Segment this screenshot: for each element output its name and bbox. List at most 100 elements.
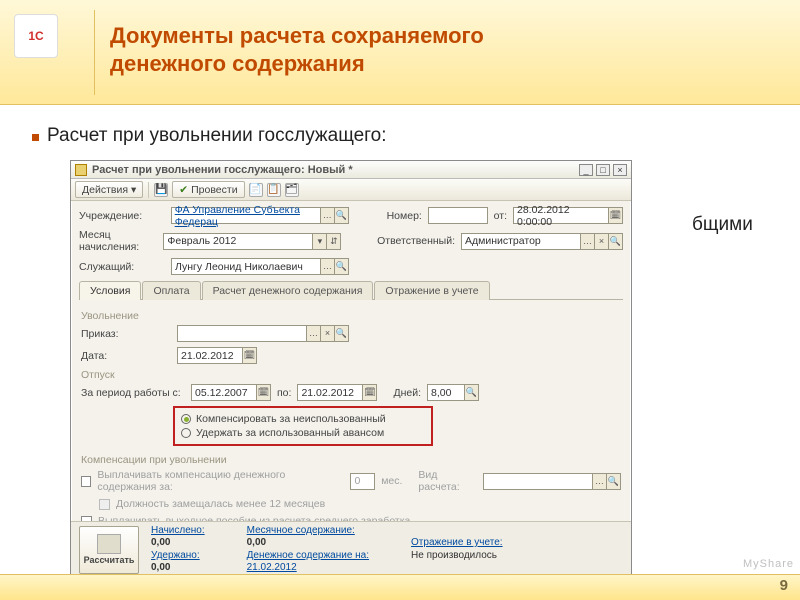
resp-clear-button[interactable]: ×: [595, 233, 609, 250]
order-choose-button[interactable]: …: [307, 325, 321, 342]
withheld-link[interactable]: Удержано:: [151, 550, 205, 563]
kind-choose-button[interactable]: …: [593, 473, 607, 490]
dismiss-date-calendar-icon[interactable]: 🗓: [243, 347, 257, 364]
vacation-radio-group: Компенсировать за неиспользованный Удерж…: [173, 406, 433, 446]
window-footer: Рассчитать Начислено: 0,00 Удержано: 0,0…: [71, 521, 631, 577]
employee-field[interactable]: Лунгу Леонид Николаевич … 🔍: [171, 258, 349, 275]
period-from-field[interactable]: 05.12.2007 🗓: [191, 384, 271, 401]
days-lookup-icon[interactable]: 🔍: [465, 384, 479, 401]
window-controls: _ □ ×: [579, 164, 627, 176]
chevron-down-icon: ▾: [131, 184, 136, 196]
order-field[interactable]: … × 🔍: [177, 325, 349, 342]
accrued-value: 0,00: [151, 537, 205, 550]
monthly-link[interactable]: Месячное содержание:: [247, 525, 369, 538]
month-field[interactable]: Февраль 2012 ▾ ⇵: [163, 233, 341, 250]
window-title: Расчет при увольнении госслужащего: Новы…: [92, 164, 353, 176]
tab-conditions[interactable]: Условия: [79, 281, 141, 300]
slide-title-line2: денежного содержания: [110, 51, 365, 76]
comp-months-suffix: мес.: [381, 475, 402, 487]
accounting-link[interactable]: Отражение в учете:: [411, 537, 503, 550]
slide-footer-band: [0, 574, 800, 600]
page-number: 9: [780, 577, 788, 594]
employee-label: Служащий:: [79, 261, 165, 273]
number-input[interactable]: [428, 207, 488, 224]
doc-date-value: 28.02.2012 0:00:00: [513, 207, 609, 224]
footer-col-accounting: Отражение в учете: Не производилось: [411, 537, 503, 562]
resp-value: Администратор: [461, 233, 581, 250]
toolbar-icon-3[interactable]: 🗂: [285, 183, 299, 197]
period-to-field[interactable]: 21.02.2012 🗓: [297, 384, 377, 401]
radio-withhold[interactable]: Удержать за использованный авансом: [181, 426, 425, 440]
slide-header: 1С Документы расчета сохраняемого денежн…: [0, 0, 800, 105]
calculate-button[interactable]: Рассчитать: [79, 526, 139, 574]
content-on-link[interactable]: Денежное содержание на:: [247, 550, 369, 563]
chk-pay-compensation[interactable]: [81, 476, 91, 487]
dismiss-date-label: Дата:: [81, 350, 171, 362]
comp-months-input[interactable]: 0: [350, 473, 375, 490]
group-dismissal: Увольнение: [81, 310, 621, 322]
bullet-text: Расчет при увольнении госслужащего:: [47, 125, 387, 147]
dismiss-date-field[interactable]: 21.02.2012 🗓: [177, 347, 257, 364]
days-value: 8,00: [427, 384, 465, 401]
window-icon: [75, 164, 87, 176]
maximize-button[interactable]: □: [596, 164, 610, 176]
form-header: Учреждение: ФА Управление Субъекта Федер…: [71, 201, 631, 564]
org-choose-button[interactable]: …: [321, 207, 335, 224]
toolbar-separator: [148, 182, 149, 198]
number-label: Номер:: [387, 210, 422, 222]
tab-accounting[interactable]: Отражение в учете: [374, 281, 489, 300]
accrued-link[interactable]: Начислено:: [151, 525, 205, 538]
month-spin-icon[interactable]: ⇵: [327, 233, 341, 250]
kind-lookup-icon[interactable]: 🔍: [607, 473, 621, 490]
slide-title-line1: Документы расчета сохраняемого: [110, 23, 484, 48]
slide-title: Документы расчета сохраняемого денежного…: [110, 22, 484, 77]
obscured-text-fragment: бщими: [692, 214, 753, 236]
month-dropdown-icon[interactable]: ▾: [313, 233, 327, 250]
org-field[interactable]: ФА Управление Субъекта Федерац … 🔍: [171, 207, 349, 224]
resp-choose-button[interactable]: …: [581, 233, 595, 250]
group-vacation: Отпуск: [81, 369, 621, 381]
org-lookup-icon[interactable]: 🔍: [335, 207, 349, 224]
period-to-value: 21.02.2012: [297, 384, 363, 401]
resp-lookup-icon[interactable]: 🔍: [609, 233, 623, 250]
toolbar-icon-1[interactable]: 📄: [249, 183, 263, 197]
header-divider: [94, 10, 95, 95]
actions-menu-button[interactable]: Действия▾: [75, 181, 143, 198]
post-button[interactable]: ✔Провести: [172, 181, 244, 198]
dialog-window: Расчет при увольнении госслужащего: Новы…: [70, 160, 632, 578]
footer-col-accrued: Начислено: 0,00 Удержано: 0,00: [151, 525, 205, 575]
chk-pay-compensation-label: Выплачивать компенсацию денежного содерж…: [97, 469, 344, 493]
tab-calc[interactable]: Расчет денежного содержания: [202, 281, 374, 300]
period-from-calendar-icon[interactable]: 🗓: [257, 384, 271, 401]
order-clear-button[interactable]: ×: [321, 325, 335, 342]
resp-field[interactable]: Администратор … × 🔍: [461, 233, 623, 250]
month-value: Февраль 2012: [163, 233, 313, 250]
radio-icon: [181, 428, 191, 438]
close-button[interactable]: ×: [613, 164, 627, 176]
order-label: Приказ:: [81, 328, 171, 340]
dismiss-date-value: 21.02.2012: [177, 347, 243, 364]
days-field[interactable]: 8,00 🔍: [427, 384, 479, 401]
period-to-calendar-icon[interactable]: 🗓: [363, 384, 377, 401]
kind-value: [483, 473, 593, 490]
minimize-button[interactable]: _: [579, 164, 593, 176]
date-from-label: от:: [494, 210, 507, 222]
radio-compensate[interactable]: Компенсировать за неиспользованный: [181, 412, 425, 426]
org-value: ФА Управление Субъекта Федерац: [171, 207, 321, 224]
resp-label: Ответственный:: [377, 235, 455, 247]
tab-payment[interactable]: Оплата: [142, 281, 200, 300]
calculate-label: Рассчитать: [84, 555, 135, 565]
content-on-date[interactable]: 21.02.2012: [247, 562, 369, 575]
period-from-value: 05.12.2007: [191, 384, 257, 401]
calendar-icon[interactable]: 🗓: [609, 207, 623, 224]
toolbar-icon-2[interactable]: 📋: [267, 183, 281, 197]
radio-compensate-label: Компенсировать за неиспользованный: [196, 413, 386, 425]
employee-choose-button[interactable]: …: [321, 258, 335, 275]
bullet-row: Расчет при увольнении госслужащего:: [32, 125, 782, 147]
save-icon[interactable]: 💾: [154, 183, 168, 197]
doc-date-field[interactable]: 28.02.2012 0:00:00 🗓: [513, 207, 623, 224]
titlebar[interactable]: Расчет при увольнении госслужащего: Новы…: [71, 161, 631, 179]
employee-lookup-icon[interactable]: 🔍: [335, 258, 349, 275]
order-lookup-icon[interactable]: 🔍: [335, 325, 349, 342]
kind-field[interactable]: … 🔍: [483, 473, 621, 490]
